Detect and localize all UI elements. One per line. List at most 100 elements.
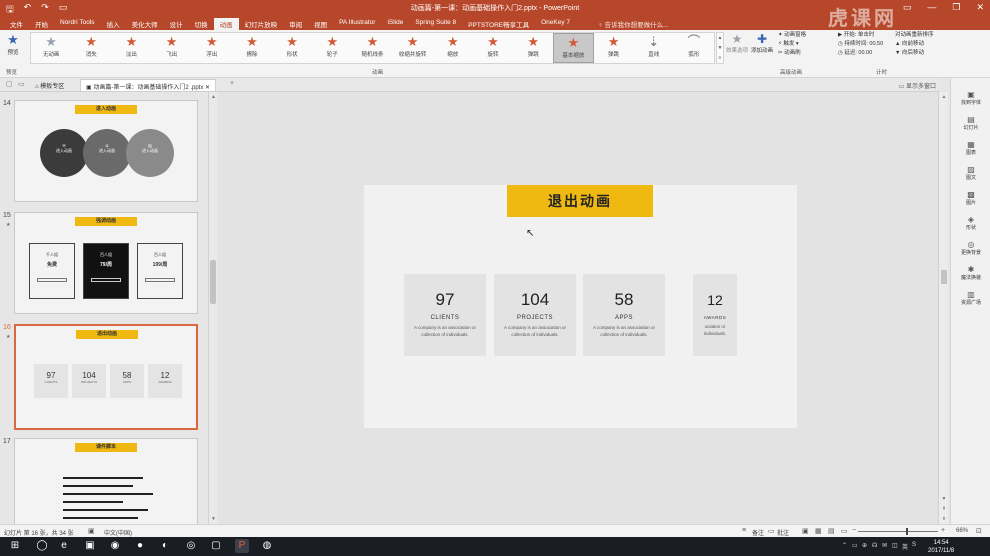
- gallery-scroll[interactable]: ▲ ▼ ≡: [716, 32, 724, 64]
- tab-7[interactable]: 动画: [213, 18, 239, 30]
- move-later-button[interactable]: ▼ 向后移动: [895, 49, 975, 58]
- scroll-thumb[interactable]: [941, 270, 947, 284]
- scroll-down-icon[interactable]: ▼: [939, 496, 949, 502]
- rightpane-item-5[interactable]: ◈ 形状: [951, 215, 990, 231]
- delay-field[interactable]: ◷ 延迟: 00.00: [838, 49, 893, 58]
- thumbnails-scrollbar[interactable]: ▲ ▼: [208, 92, 217, 524]
- animation-option-9[interactable]: ★ 收缩并旋转: [393, 33, 433, 63]
- rightpane-item-6[interactable]: ◎ 更换背景: [951, 240, 990, 256]
- rightpane-item-4[interactable]: ▩ 图片: [951, 190, 990, 206]
- next-slide-icon[interactable]: ⇟: [939, 516, 949, 522]
- scroll-thumb[interactable]: [210, 260, 216, 304]
- tray-icon-0[interactable]: ⌃: [842, 542, 847, 549]
- ribbon-display-icon[interactable]: ▭: [903, 2, 912, 13]
- close-icon[interactable]: ✕: [976, 2, 984, 13]
- tab-4[interactable]: 美化大师: [126, 18, 164, 30]
- canvas-scrollbar[interactable]: ▲ ▼ ⇞ ⇟: [938, 92, 948, 524]
- stat-box[interactable]: 58 APPS A company is an association or c…: [583, 274, 665, 356]
- language-indicator[interactable]: 中文(中国): [104, 528, 132, 537]
- move-earlier-button[interactable]: ▲ 向前移动: [895, 40, 975, 49]
- add-tab-icon[interactable]: +: [230, 80, 234, 87]
- tab-3[interactable]: 插入: [101, 18, 126, 30]
- rightpane-item-8[interactable]: ▥ 资源广场: [951, 290, 990, 306]
- rightpane-item-3[interactable]: ▨ 图文: [951, 165, 990, 181]
- tab-10[interactable]: 视图: [308, 18, 333, 30]
- sorter-view-icon[interactable]: ▦: [815, 527, 822, 535]
- zoom-out-icon[interactable]: −: [852, 527, 856, 534]
- tab-15[interactable]: OneKey 7: [535, 18, 576, 30]
- new-doc-icon[interactable]: ▢: [6, 80, 13, 88]
- rightpane-item-2[interactable]: ▦ 图表: [951, 140, 990, 156]
- minimize-icon[interactable]: —: [927, 2, 936, 13]
- animation-option-1[interactable]: ★ 消失: [71, 33, 111, 63]
- animation-option-5[interactable]: ★ 擦除: [232, 33, 272, 63]
- taskbar-app-10[interactable]: ◍: [260, 539, 274, 553]
- taskbar-clock[interactable]: 14:54 2017/11/8: [928, 539, 954, 555]
- stat-box[interactable]: 97 CLIENTS A company is an association o…: [404, 274, 486, 356]
- preview-button[interactable]: ★ 预览: [2, 32, 24, 62]
- tray-icon-7[interactable]: S: [912, 542, 916, 548]
- animation-pane-button[interactable]: ✦ 动画窗格: [778, 31, 838, 40]
- tab-2[interactable]: Nordri Tools: [54, 18, 101, 30]
- restore-icon[interactable]: ❐: [952, 2, 960, 13]
- current-slide[interactable]: 退出动画 97 CLIENTS A company is an associat…: [364, 185, 797, 428]
- folder-icon[interactable]: ▭: [18, 80, 25, 88]
- reading-view-icon[interactable]: ▤: [828, 527, 835, 535]
- taskbar-app-3[interactable]: ▣: [83, 539, 97, 553]
- duration-field[interactable]: ◷ 持续时间: 00.50: [838, 40, 893, 49]
- tray-icon-6[interactable]: 英: [902, 542, 908, 551]
- tell-me-search[interactable]: ♀ 告诉我你想要做什么...: [598, 19, 669, 29]
- animation-option-15[interactable]: ⇣ 直线: [634, 33, 674, 63]
- taskbar-app-7[interactable]: ◎: [184, 539, 198, 553]
- taskbar-app-0[interactable]: ⊞: [8, 539, 22, 553]
- doc-tab-current[interactable]: ▣ 动画篇-第一课：动画基础操作入门2 .pptx ✕: [80, 79, 217, 91]
- fit-slide-icon[interactable]: ⊡: [976, 527, 982, 535]
- tray-icon-4[interactable]: ✉: [882, 542, 887, 549]
- zoom-in-icon[interactable]: +: [941, 527, 945, 534]
- animation-option-3[interactable]: ★ 飞出: [152, 33, 192, 63]
- tray-icon-3[interactable]: ☊: [872, 542, 877, 549]
- zoom-slider[interactable]: [858, 531, 938, 532]
- gallery-up-icon[interactable]: ▲: [718, 35, 723, 41]
- notes-button[interactable]: 备注: [752, 528, 764, 537]
- animation-option-4[interactable]: ★ 浮出: [192, 33, 232, 63]
- slide-thumbnail-17[interactable]: 课件脚本: [14, 438, 198, 524]
- stat-box[interactable]: 104 PROJECTS A company is an association…: [494, 274, 576, 356]
- spellcheck-icon[interactable]: ▣: [88, 527, 95, 535]
- stat-box-partial[interactable]: 12 AWARDS ociation or individuals.: [693, 274, 737, 356]
- tab-11[interactable]: PA Illustrator: [333, 18, 381, 30]
- taskbar-app-5[interactable]: ●: [133, 539, 147, 553]
- tab-14[interactable]: PPTSTORE畅享工具: [462, 18, 535, 30]
- animation-option-12[interactable]: ★ 弹跳: [513, 33, 553, 63]
- close-tab-icon[interactable]: ✕: [203, 85, 210, 91]
- animation-option-0[interactable]: ★ 无动画: [31, 33, 71, 63]
- scroll-down-icon[interactable]: ▼: [209, 516, 218, 522]
- slide-title[interactable]: 退出动画: [507, 185, 653, 217]
- tab-6[interactable]: 切换: [189, 18, 214, 30]
- zoom-slider-knob[interactable]: [906, 528, 908, 535]
- animation-painter-button[interactable]: ✂ 动画刷: [778, 49, 838, 58]
- effect-options-button[interactable]: ★ 效果选项: [726, 32, 748, 62]
- tab-12[interactable]: iSlide: [381, 18, 409, 30]
- tray-icon-1[interactable]: ▭: [852, 542, 858, 549]
- normal-view-icon[interactable]: ▣: [802, 527, 809, 535]
- animation-option-7[interactable]: ★ 轮子: [312, 33, 352, 63]
- taskbar-app-2[interactable]: e: [57, 539, 71, 553]
- tab-1[interactable]: 开始: [29, 18, 54, 30]
- taskbar-app-9[interactable]: P: [235, 539, 249, 553]
- taskbar-app-1[interactable]: ◯: [35, 539, 49, 553]
- start-select[interactable]: ▶ 开始: 单击时: [838, 31, 893, 40]
- doc-tab-templates[interactable]: ⌂ 模板专区: [30, 79, 69, 91]
- slideshow-view-icon[interactable]: ▭: [841, 527, 848, 535]
- tab-0[interactable]: 文件: [4, 18, 29, 30]
- rightpane-item-1[interactable]: ▤ 幻灯片: [951, 115, 990, 131]
- slide-thumbnail-14[interactable]: 进入动画 ✉ 进入动画 ◘ 进入动画 ▨ 进入动画: [14, 100, 198, 202]
- rightpane-item-7[interactable]: ✱ 魔法换装: [951, 265, 990, 281]
- animation-option-11[interactable]: ★ 旋转: [473, 33, 513, 63]
- tray-icon-5[interactable]: ◫: [892, 542, 898, 549]
- slide-thumbnail-16[interactable]: 退出动画 97 CLIENTS 104 PROJECTS 58 APPS 12 AWAR…: [14, 324, 198, 430]
- scroll-up-icon[interactable]: ▲: [939, 94, 949, 100]
- prev-slide-icon[interactable]: ⇞: [939, 506, 949, 512]
- tab-8[interactable]: 幻灯片放映: [239, 18, 284, 30]
- animation-option-14[interactable]: ★ 弹跳: [594, 33, 634, 63]
